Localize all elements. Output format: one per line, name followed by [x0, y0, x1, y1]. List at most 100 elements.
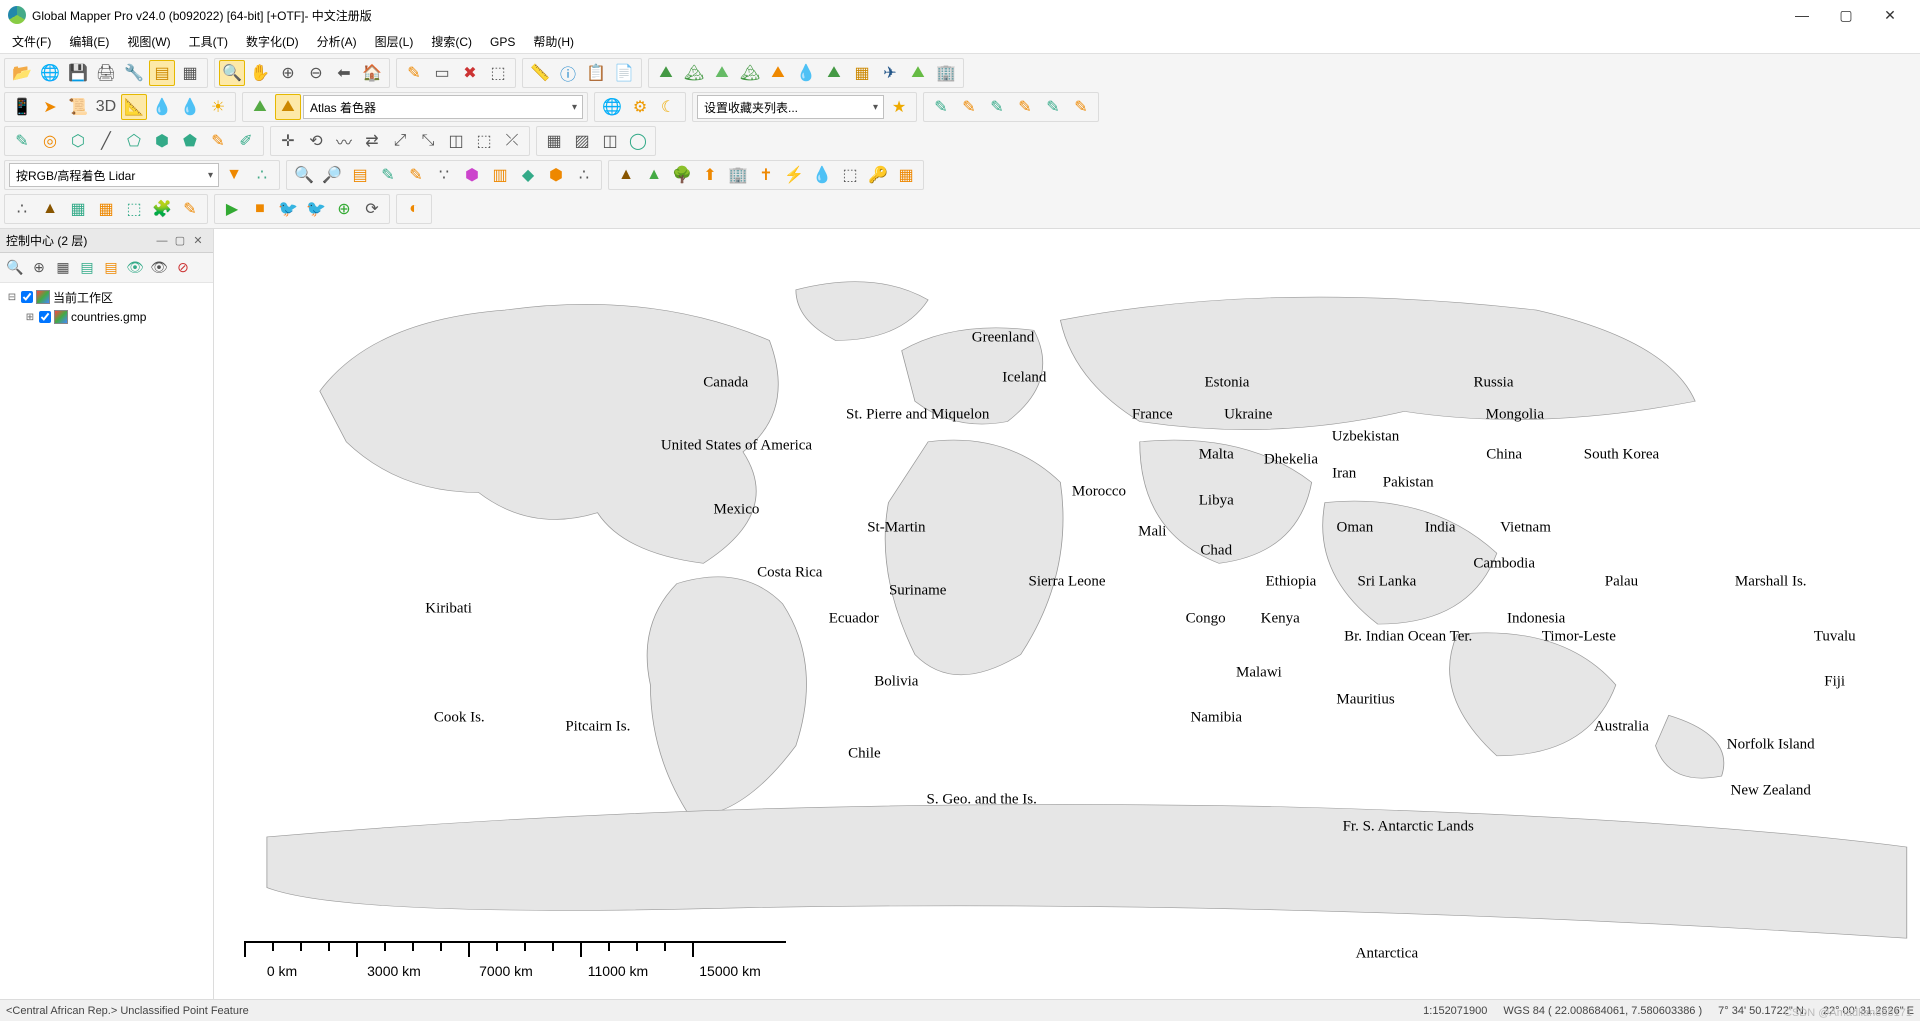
v3-icon[interactable]: 〰: [331, 128, 357, 154]
pan-tool-icon[interactable]: ✋: [247, 60, 273, 86]
l4-icon[interactable]: ✎: [375, 162, 401, 188]
l2-icon[interactable]: 🔎: [319, 162, 345, 188]
cc-t2-icon[interactable]: ▤: [100, 257, 122, 279]
l3-icon[interactable]: ▤: [347, 162, 373, 188]
e9-icon[interactable]: ✐: [233, 128, 259, 154]
nav-icon[interactable]: ➤: [37, 94, 63, 120]
cc-globe-icon[interactable]: ⊕: [28, 257, 50, 279]
v4-icon[interactable]: ⇄: [359, 128, 385, 154]
v2-icon[interactable]: ⟲: [303, 128, 329, 154]
terrain-a-icon[interactable]: ⛰: [247, 94, 273, 120]
building-icon[interactable]: 🏢: [725, 162, 751, 188]
l10-icon[interactable]: ⬢: [543, 162, 569, 188]
lidar-select[interactable]: [9, 163, 219, 187]
terrain6-icon[interactable]: ⛰: [821, 60, 847, 86]
menu-a[interactable]: 分析(A): [309, 30, 365, 53]
m4-icon[interactable]: ⬆: [697, 162, 723, 188]
puzzle-icon[interactable]: 🧩: [149, 196, 175, 222]
cc-eye-icon[interactable]: 👁: [148, 257, 170, 279]
m11-icon[interactable]: ▦: [893, 162, 919, 188]
3d-icon[interactable]: 3D: [93, 94, 119, 120]
p5-icon[interactable]: ⬚: [121, 196, 147, 222]
terrain7-icon[interactable]: ⛰: [905, 60, 931, 86]
terrain1-icon[interactable]: ⛰: [653, 60, 679, 86]
zoom-tool-icon[interactable]: 🔍: [219, 60, 245, 86]
terrain4-icon[interactable]: 🏔: [737, 60, 763, 86]
p7-icon[interactable]: ✎: [177, 196, 203, 222]
draw5-icon[interactable]: ✎: [1040, 94, 1066, 120]
l5-icon[interactable]: ✎: [403, 162, 429, 188]
sun-icon[interactable]: ☀: [205, 94, 231, 120]
menu-w[interactable]: 视图(W): [119, 30, 178, 53]
globe-icon[interactable]: 🌐: [37, 60, 63, 86]
v9-icon[interactable]: ⤫: [499, 128, 525, 154]
select-rect-icon[interactable]: ▭: [429, 60, 455, 86]
sync-icon[interactable]: ⟳: [359, 196, 385, 222]
play-icon[interactable]: ▶: [219, 196, 245, 222]
wrench-icon[interactable]: 🔧: [121, 60, 147, 86]
atlas-shader-select[interactable]: [303, 95, 583, 119]
grid-icon[interactable]: ▦: [177, 60, 203, 86]
bird1-icon[interactable]: 🐦: [275, 196, 301, 222]
menu-t[interactable]: 工具(T): [181, 30, 236, 53]
tree-workspace-row[interactable]: ⊟ 当前工作区: [6, 287, 207, 307]
building3d-icon[interactable]: 🏢: [933, 60, 959, 86]
e4-icon[interactable]: ╱: [93, 128, 119, 154]
back-icon[interactable]: ⬅: [331, 60, 357, 86]
script-icon[interactable]: 📜: [65, 94, 91, 120]
layer-checkbox[interactable]: [39, 311, 51, 323]
print-icon[interactable]: 🖨: [93, 60, 119, 86]
pencil-icon[interactable]: ✎: [401, 60, 427, 86]
g3-icon[interactable]: ◫: [597, 128, 623, 154]
e3-icon[interactable]: ⬡: [65, 128, 91, 154]
globe2-icon[interactable]: 🌐: [599, 94, 625, 120]
menu-c[interactable]: 搜索(C): [423, 30, 480, 53]
l6-icon[interactable]: ∵: [431, 162, 457, 188]
zoom-in-icon[interactable]: ⊕: [275, 60, 301, 86]
terrain3-icon[interactable]: ⛰: [709, 60, 735, 86]
menu-f[interactable]: 文件(F): [4, 30, 59, 53]
water2-icon[interactable]: 💧: [177, 94, 203, 120]
draw2-icon[interactable]: ✎: [956, 94, 982, 120]
terrain-b-icon[interactable]: ⛰: [275, 94, 301, 120]
tree-layer-row[interactable]: ⊞ countries.gmp: [6, 307, 207, 327]
doc-icon[interactable]: 📄: [611, 60, 637, 86]
raster-icon[interactable]: ▦: [849, 60, 875, 86]
save-icon[interactable]: 💾: [65, 60, 91, 86]
p3-icon[interactable]: ▦: [65, 196, 91, 222]
moon-icon[interactable]: ☾: [655, 94, 681, 120]
water3-icon[interactable]: 💧: [809, 162, 835, 188]
cc-del-icon[interactable]: ⊘: [172, 257, 194, 279]
v7-icon[interactable]: ◫: [443, 128, 469, 154]
e8-icon[interactable]: ✎: [205, 128, 231, 154]
layer-tree[interactable]: ⊟ 当前工作区 ⊞ countries.gmp: [0, 283, 213, 999]
stop-icon[interactable]: ■: [247, 196, 273, 222]
pie-icon[interactable]: ◐: [401, 196, 427, 222]
p4-icon[interactable]: ▦: [93, 196, 119, 222]
select-all-icon[interactable]: ⬚: [485, 60, 511, 86]
road-icon[interactable]: ⬚: [837, 162, 863, 188]
draw3-icon[interactable]: ✎: [984, 94, 1010, 120]
draw4-icon[interactable]: ✎: [1012, 94, 1038, 120]
terrain2-icon[interactable]: 🏔: [681, 60, 707, 86]
map-canvas[interactable]: 0 km3000 km7000 km11000 km15000 km Green…: [214, 229, 1920, 999]
panel-close-icon[interactable]: ✕: [189, 232, 207, 250]
measure-icon[interactable]: 📏: [527, 60, 553, 86]
menu-gps[interactable]: GPS: [482, 32, 523, 52]
g4-icon[interactable]: ◯: [625, 128, 651, 154]
cc-table-icon[interactable]: ▦: [52, 257, 74, 279]
plane-icon[interactable]: ✈: [877, 60, 903, 86]
draw6-icon[interactable]: ✎: [1068, 94, 1094, 120]
p1-icon[interactable]: ∴: [9, 196, 35, 222]
l7-icon[interactable]: ⬢: [459, 162, 485, 188]
profile-icon[interactable]: 📐: [121, 94, 147, 120]
workspace-checkbox[interactable]: [21, 291, 33, 303]
layers-icon[interactable]: ▤: [149, 60, 175, 86]
draw1-icon[interactable]: ✎: [928, 94, 954, 120]
v6-icon[interactable]: ⤡: [415, 128, 441, 154]
v1-icon[interactable]: ✛: [275, 128, 301, 154]
v8-icon[interactable]: ⬚: [471, 128, 497, 154]
m1-icon[interactable]: ▲: [613, 162, 639, 188]
home-icon[interactable]: 🏠: [359, 60, 385, 86]
e1-icon[interactable]: ✎: [9, 128, 35, 154]
